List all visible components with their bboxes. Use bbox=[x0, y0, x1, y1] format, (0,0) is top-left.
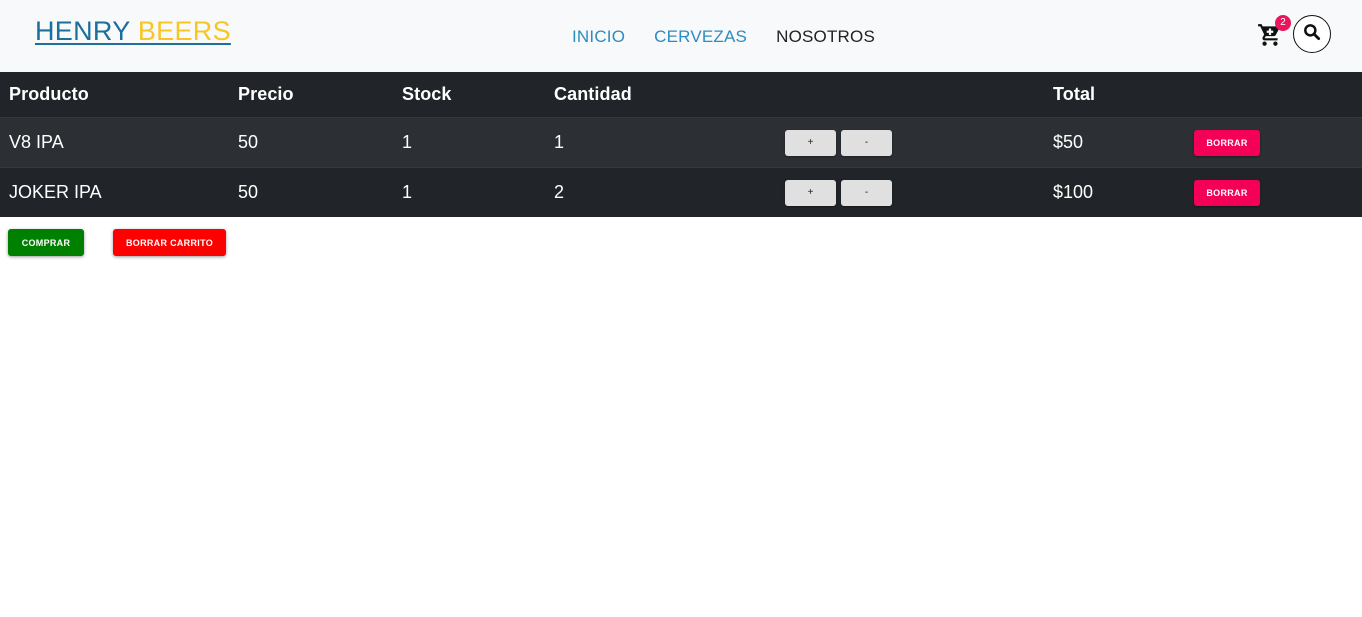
table-row: V8 IPA 50 1 1 + - $50 BORRAR bbox=[0, 117, 1362, 167]
navbar: HENRY BEERS INICIO CERVEZAS NOSOTROS 2 bbox=[0, 0, 1362, 72]
table-row: JOKER IPA 50 1 2 + - $100 BORRAR bbox=[0, 167, 1362, 217]
search-button[interactable] bbox=[1293, 15, 1331, 53]
decrease-quantity-button[interactable]: - bbox=[841, 129, 892, 156]
row-quantity: 1 bbox=[554, 132, 565, 152]
row-product: JOKER IPA bbox=[9, 182, 102, 202]
row-price: 50 bbox=[238, 132, 259, 152]
header-quantity: Cantidad bbox=[554, 84, 632, 104]
cart-count-badge: 2 bbox=[1275, 15, 1291, 31]
nav-link-cervezas[interactable]: CERVEZAS bbox=[654, 27, 747, 47]
quantity-controls: + - bbox=[785, 118, 892, 167]
delete-item-button[interactable]: BORRAR bbox=[1194, 179, 1260, 206]
header-product: Producto bbox=[9, 84, 89, 104]
clear-cart-button[interactable]: BORRAR CARRITO bbox=[113, 229, 226, 256]
delete-item-button[interactable]: BORRAR bbox=[1194, 129, 1260, 156]
increase-quantity-button[interactable]: + bbox=[785, 179, 836, 206]
search-icon bbox=[1302, 22, 1322, 47]
row-stock: 1 bbox=[402, 182, 413, 202]
nav-links: INICIO CERVEZAS NOSOTROS bbox=[572, 27, 875, 47]
brand-logo-link[interactable]: HENRY BEERS bbox=[35, 16, 231, 47]
brand-beers: BEERS bbox=[137, 16, 231, 46]
row-quantity: 2 bbox=[554, 182, 565, 202]
row-total: $50 bbox=[1053, 132, 1084, 152]
table-header-row: Producto Precio Stock Cantidad Total bbox=[0, 72, 1362, 117]
row-price: 50 bbox=[238, 182, 259, 202]
cart-button[interactable]: 2 bbox=[1257, 15, 1291, 48]
increase-quantity-button[interactable]: + bbox=[785, 129, 836, 156]
brand-henry: HENRY bbox=[35, 16, 131, 46]
quantity-controls: + - bbox=[785, 168, 892, 217]
buy-button[interactable]: COMPRAR bbox=[8, 229, 84, 256]
shopping-cart-icon bbox=[1257, 24, 1283, 52]
cart-actions: COMPRAR BORRAR CARRITO bbox=[8, 229, 226, 256]
header-stock: Stock bbox=[402, 84, 452, 104]
decrease-quantity-button[interactable]: - bbox=[841, 179, 892, 206]
cart-table: Producto Precio Stock Cantidad Total V8 … bbox=[0, 72, 1362, 217]
row-stock: 1 bbox=[402, 132, 413, 152]
nav-link-inicio[interactable]: INICIO bbox=[572, 27, 625, 47]
nav-link-nosotros[interactable]: NOSOTROS bbox=[776, 27, 875, 47]
header-total: Total bbox=[1053, 84, 1096, 104]
header-price: Precio bbox=[238, 84, 294, 104]
row-product: V8 IPA bbox=[9, 132, 64, 152]
row-total: $100 bbox=[1053, 182, 1094, 202]
